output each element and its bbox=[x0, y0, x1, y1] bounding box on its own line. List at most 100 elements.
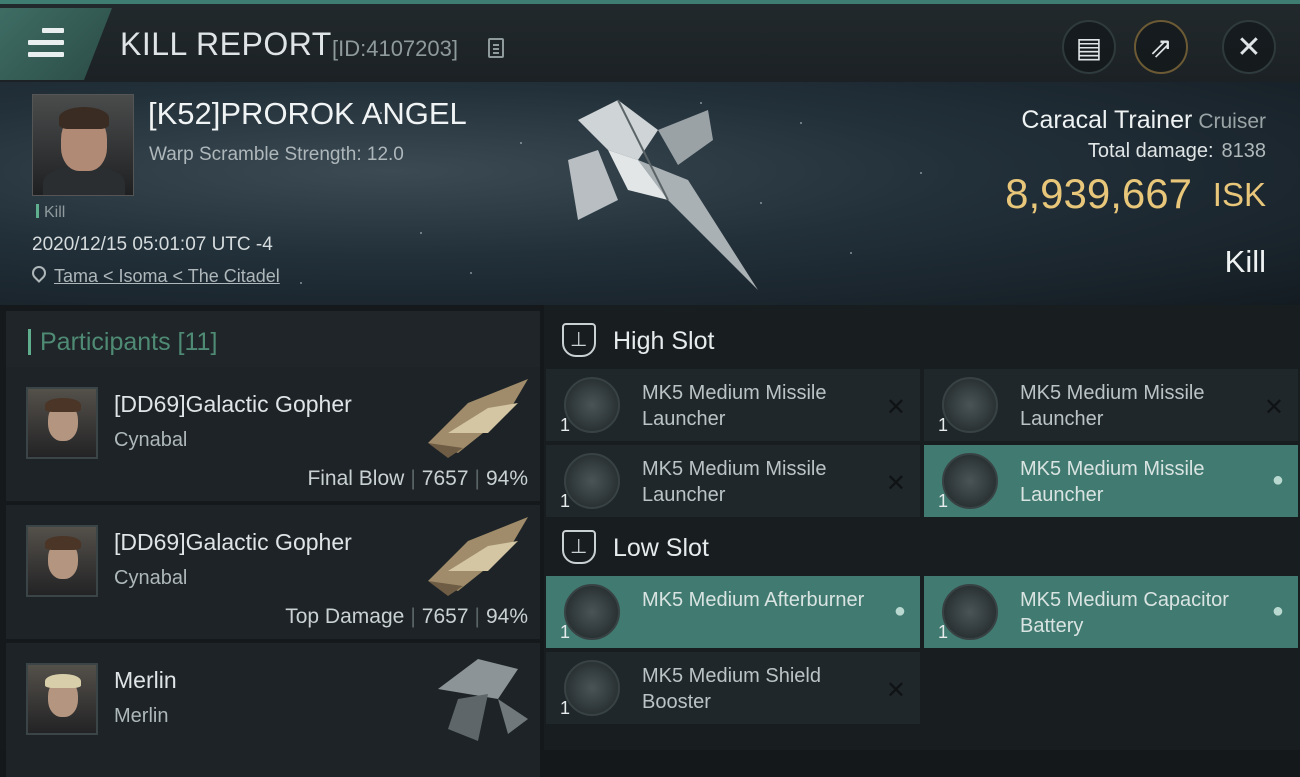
low-slot-label: Low Slot bbox=[613, 534, 709, 562]
star-decoration bbox=[520, 142, 522, 144]
destroyed-x-icon: ✕ bbox=[1263, 394, 1284, 421]
isk-unit: ISK bbox=[1212, 176, 1266, 213]
missile-launcher-icon bbox=[564, 377, 620, 433]
kill-timestamp: 2020/12/15 05:01:07 UTC -4 bbox=[32, 234, 273, 255]
module-item[interactable]: 1 MK5 Medium Missile Launcher ✕ bbox=[924, 369, 1298, 441]
module-name: MK5 Medium Missile Launcher bbox=[1020, 382, 1205, 430]
participant-ship-image bbox=[428, 379, 528, 458]
close-icon: ✕ bbox=[1236, 30, 1262, 64]
module-qty: 1 bbox=[560, 415, 571, 435]
missile-launcher-icon bbox=[942, 453, 998, 509]
module-name: MK5 Medium Missile Launcher bbox=[642, 458, 827, 506]
participant-damage: 7657 bbox=[421, 605, 469, 628]
kill-tag: Kill bbox=[36, 204, 65, 222]
participant-role: Top Damage bbox=[285, 605, 405, 628]
module-item[interactable]: 1 MK5 Medium Missile Launcher ✕ bbox=[546, 445, 920, 517]
participant-stats: Final Blow | 7657 | 94% bbox=[307, 467, 528, 490]
dropped-person-icon: ● bbox=[1271, 469, 1284, 491]
low-slot-header: Low Slot bbox=[544, 516, 1300, 578]
participant-name: Merlin bbox=[114, 667, 177, 693]
ship-class: Cruiser bbox=[1198, 110, 1266, 133]
module-qty: 1 bbox=[560, 698, 571, 718]
module-qty: 1 bbox=[938, 622, 949, 642]
module-item[interactable]: 1 MK5 Medium Capacitor Battery ● bbox=[924, 576, 1298, 648]
participant-name: [DD69]Galactic Gopher bbox=[114, 391, 352, 417]
share-button[interactable]: ⇗ bbox=[1134, 20, 1188, 74]
shield-booster-icon bbox=[564, 660, 620, 716]
notes-button[interactable]: ▤ bbox=[1062, 20, 1116, 74]
dropped-person-icon: ● bbox=[893, 600, 906, 622]
star-decoration bbox=[920, 172, 922, 174]
ship-type: Caracal Trainer bbox=[1021, 106, 1193, 134]
module-item[interactable]: 1 MK5 Medium Shield Booster ✕ bbox=[546, 652, 920, 724]
module-item[interactable]: 1 MK5 Medium Missile Launcher ✕ bbox=[546, 369, 920, 441]
victim-avatar[interactable] bbox=[32, 94, 134, 196]
top-bar: KILL REPORT [ID:4107203] ▤ ⇗ ✕ bbox=[0, 0, 1300, 82]
participant-avatar[interactable] bbox=[26, 663, 98, 735]
participant-role: Final Blow bbox=[307, 467, 405, 490]
ship-name: Caracal Trainer Cruiser bbox=[1021, 106, 1266, 135]
module-item[interactable]: 1 MK5 Medium Missile Launcher ● bbox=[924, 445, 1298, 517]
dropped-person-icon: ● bbox=[1271, 600, 1284, 622]
menu-button[interactable] bbox=[0, 8, 112, 80]
participant-avatar[interactable] bbox=[26, 525, 98, 597]
capacitor-battery-icon bbox=[942, 584, 998, 640]
module-name: MK5 Medium Shield Booster bbox=[642, 665, 821, 713]
participant-ship-image bbox=[428, 517, 528, 596]
destroyed-x-icon: ✕ bbox=[885, 677, 906, 704]
participant-ship: Merlin bbox=[114, 705, 169, 727]
participant-ship: Cynabal bbox=[114, 567, 188, 589]
module-item[interactable]: 1 MK5 Medium Afterburner ● bbox=[546, 576, 920, 648]
missile-launcher-icon bbox=[942, 377, 998, 433]
copy-icon[interactable] bbox=[488, 38, 504, 58]
total-damage: Total damage: 8138 bbox=[1088, 140, 1266, 163]
participant-ship-image bbox=[438, 659, 528, 741]
high-slot-header: High Slot bbox=[544, 309, 1300, 371]
victim-ship-image bbox=[568, 99, 758, 290]
participant-damage: 7657 bbox=[421, 467, 469, 490]
page-title: KILL REPORT bbox=[120, 26, 332, 62]
star-decoration bbox=[380, 112, 382, 114]
module-name: MK5 Medium Missile Launcher bbox=[1020, 458, 1205, 506]
destroyed-x-icon: ✕ bbox=[885, 394, 906, 421]
share-icon: ⇗ bbox=[1149, 31, 1173, 63]
star-decoration bbox=[850, 252, 852, 254]
victim-name[interactable]: [K52]PROROK ANGEL bbox=[148, 96, 467, 132]
participant-percent: 94% bbox=[485, 605, 528, 628]
participants-title: Participants [11] bbox=[40, 328, 218, 356]
participant-ship: Cynabal bbox=[114, 429, 188, 451]
participants-header: Participants [11] bbox=[6, 311, 540, 369]
close-button[interactable]: ✕ bbox=[1222, 20, 1276, 74]
participant-row[interactable]: [DD69]Galactic Gopher Cynabal Final Blow… bbox=[6, 367, 540, 501]
module-qty: 1 bbox=[560, 491, 571, 511]
participants-panel: Participants [11] [DD69]Galactic Gopher … bbox=[0, 305, 540, 777]
high-slot-label: High Slot bbox=[613, 327, 715, 355]
star-decoration bbox=[300, 282, 302, 284]
low-slot-icon bbox=[562, 530, 596, 564]
isk-value: 8,939,667 bbox=[1005, 170, 1192, 217]
afterburner-icon bbox=[564, 584, 620, 640]
total-damage-label: Total damage: bbox=[1087, 140, 1214, 162]
star-decoration bbox=[760, 202, 762, 204]
victim-banner: [K52]PROROK ANGEL Warp Scramble Strength… bbox=[0, 82, 1300, 305]
kill-result: Kill bbox=[1224, 244, 1266, 279]
participant-row[interactable]: [DD69]Galactic Gopher Cynabal Top Damage… bbox=[6, 505, 540, 639]
module-qty: 1 bbox=[938, 491, 949, 511]
module-name: MK5 Medium Afterburner bbox=[642, 589, 865, 611]
report-id: [ID:4107203] bbox=[332, 36, 458, 61]
warp-scramble-strength: Warp Scramble Strength: 12.0 bbox=[149, 144, 404, 165]
location-link[interactable]: Tama < Isoma < The Citadel bbox=[54, 266, 280, 287]
notes-icon: ▤ bbox=[1075, 31, 1103, 63]
participant-stats: Top Damage | 7657 | 94% bbox=[285, 605, 528, 628]
fitting-panel: High Slot 1 MK5 Medium Missile Launcher … bbox=[544, 305, 1300, 750]
module-name: MK5 Medium Capacitor Battery bbox=[1020, 589, 1229, 637]
participant-percent: 94% bbox=[485, 467, 528, 490]
module-qty: 1 bbox=[938, 415, 949, 435]
participant-row[interactable]: Merlin Merlin bbox=[6, 643, 540, 777]
participant-avatar[interactable] bbox=[26, 387, 98, 459]
total-damage-value: 8138 bbox=[1221, 140, 1267, 162]
participant-name: [DD69]Galactic Gopher bbox=[114, 529, 352, 555]
module-qty: 1 bbox=[560, 622, 571, 642]
missile-launcher-icon bbox=[564, 453, 620, 509]
star-decoration bbox=[700, 102, 702, 104]
